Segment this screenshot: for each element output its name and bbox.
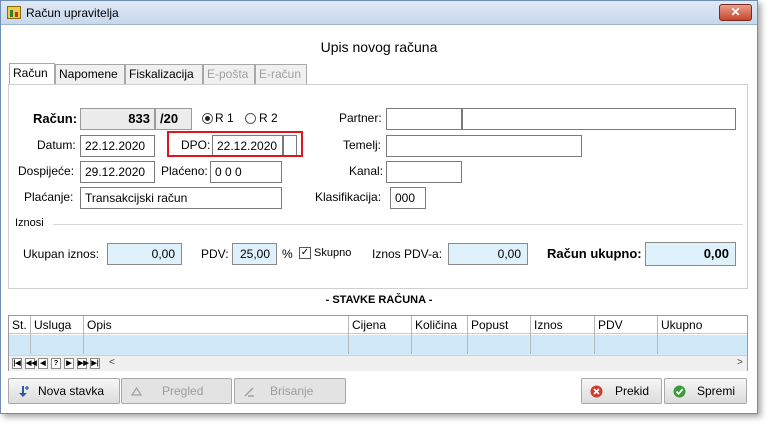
iznos-pdv-field: 0,00 bbox=[448, 243, 528, 265]
racun-number-field[interactable]: 833 bbox=[80, 108, 155, 130]
placeno-field[interactable]: 0 0 0 bbox=[210, 161, 282, 183]
col-usluga[interactable]: Usluga bbox=[34, 318, 71, 332]
col-opis[interactable]: Opis bbox=[87, 318, 112, 332]
temelj-field[interactable] bbox=[386, 135, 582, 157]
invoice-window: Račun upravitelja ✕ Upis novog računa Ra… bbox=[0, 0, 758, 414]
placanje-field[interactable]: Transakcijski račun bbox=[80, 187, 282, 209]
racun-year-field: /20 bbox=[155, 108, 192, 130]
skupno-label: Skupno bbox=[314, 247, 352, 259]
tab-e-racun: E-račun bbox=[255, 64, 307, 84]
iznosi-divider bbox=[53, 224, 743, 225]
grid-col-divider bbox=[594, 316, 595, 354]
radio-r1-label: R 1 bbox=[215, 111, 234, 125]
col-popust[interactable]: Popust bbox=[471, 318, 508, 332]
nav-last-button[interactable]: ▶| bbox=[90, 358, 100, 369]
spremi-button[interactable]: Spremi bbox=[664, 378, 747, 404]
dospijece-field[interactable]: 29.12.2020 bbox=[80, 161, 155, 183]
dpo-highlight-box bbox=[167, 131, 303, 157]
pdv-label: PDV: bbox=[201, 247, 229, 261]
partner-label: Partner: bbox=[339, 111, 382, 125]
tab-e-posta: E-pošta bbox=[203, 64, 255, 84]
tab-napomene[interactable]: Napomene bbox=[55, 64, 125, 84]
grid-header: St. Usluga Opis Cijena Količina Popust I… bbox=[9, 316, 747, 334]
col-cijena[interactable]: Cijena bbox=[352, 318, 386, 332]
col-pdv[interactable]: PDV bbox=[598, 318, 623, 332]
datum-label: Datum: bbox=[37, 138, 76, 152]
kanal-field[interactable] bbox=[386, 161, 462, 183]
ukupan-iznos-field: 0,00 bbox=[107, 243, 182, 265]
grid-col-divider bbox=[411, 316, 412, 354]
eraser-icon bbox=[244, 387, 254, 397]
brisanje-button: Brisanje bbox=[234, 378, 346, 404]
prekid-button[interactable]: Prekid bbox=[581, 378, 662, 404]
klasifikacija-label: Klasifikacija: bbox=[315, 190, 382, 204]
close-button[interactable]: ✕ bbox=[719, 4, 752, 21]
col-ukupno[interactable]: Ukupno bbox=[661, 318, 702, 332]
grid-col-divider bbox=[83, 316, 84, 354]
grid-col-divider bbox=[530, 316, 531, 354]
pregled-label: Pregled bbox=[162, 384, 204, 398]
placeno-label: Plaćeno: bbox=[161, 164, 208, 178]
cancel-x-icon bbox=[590, 385, 603, 398]
app-icon bbox=[7, 6, 21, 19]
radio-r2-label: R 2 bbox=[259, 111, 278, 125]
kanal-label: Kanal: bbox=[349, 164, 384, 178]
iznos-pdv-label: Iznos PDV-a: bbox=[372, 247, 443, 261]
placanje-label: Plaćanje: bbox=[24, 190, 74, 204]
pdv-rate-field[interactable]: 25,00 bbox=[232, 243, 277, 265]
brisanje-label: Brisanje bbox=[270, 384, 314, 398]
racun-ukupno-label: Račun ukupno: bbox=[547, 246, 642, 261]
nav-search-button[interactable]: ? bbox=[51, 358, 61, 369]
pdv-percent-unit: % bbox=[282, 247, 293, 261]
col-st[interactable]: St. bbox=[12, 318, 27, 332]
grid-navigator: |◀ ◀◀ ◀ ? ▶ ▶▶ ▶| < > bbox=[9, 355, 747, 371]
temelj-label: Temelj: bbox=[343, 138, 382, 152]
page-heading: Upis novog računa bbox=[320, 39, 438, 55]
triangle-icon bbox=[130, 386, 143, 396]
title-bar: Račun upravitelja ✕ bbox=[1, 1, 757, 25]
stavke-title: - STAVKE RAČUNA - bbox=[325, 294, 433, 306]
window-title: Račun upravitelja bbox=[26, 6, 119, 20]
racun-label: Račun: bbox=[33, 111, 78, 126]
grid-col-divider bbox=[467, 316, 468, 354]
radio-r2[interactable] bbox=[245, 113, 256, 124]
partner-name-field[interactable] bbox=[462, 108, 736, 130]
nav-next-button[interactable]: ▶ bbox=[64, 358, 74, 369]
klasifikacija-field[interactable]: 000 bbox=[390, 187, 426, 209]
save-check-icon bbox=[673, 385, 686, 398]
grid-col-divider bbox=[657, 316, 658, 354]
tab-racun[interactable]: Račun bbox=[9, 63, 55, 85]
scroll-left-button[interactable]: < bbox=[109, 357, 115, 368]
prekid-label: Prekid bbox=[615, 384, 650, 398]
radio-r1[interactable] bbox=[202, 113, 213, 124]
tab-fiskalizacija[interactable]: Fiskalizacija bbox=[125, 64, 203, 84]
col-iznos[interactable]: Iznos bbox=[534, 318, 563, 332]
grid-col-divider bbox=[348, 316, 349, 354]
nav-prev-button[interactable]: ◀ bbox=[38, 358, 48, 369]
col-kolicina[interactable]: Količina bbox=[415, 318, 457, 332]
dospijece-label: Dospijeće: bbox=[18, 164, 75, 178]
racun-ukupno-field: 0,00 bbox=[645, 242, 736, 266]
iznosi-section-label: Iznosi bbox=[15, 217, 44, 229]
grid-row[interactable] bbox=[9, 335, 747, 355]
grid-col-divider bbox=[30, 316, 31, 354]
scroll-right-button[interactable]: > bbox=[737, 357, 743, 368]
partner-code-field[interactable] bbox=[386, 108, 462, 130]
add-down-arrow-icon bbox=[19, 386, 29, 397]
spremi-label: Spremi bbox=[697, 384, 736, 398]
skupno-checkbox[interactable]: ✓ bbox=[299, 247, 311, 259]
pregled-button: Pregled bbox=[121, 378, 232, 404]
nova-stavka-button[interactable]: Nova stavka bbox=[8, 378, 120, 404]
nav-next-page-button[interactable]: ▶▶ bbox=[77, 358, 89, 369]
nova-stavka-label: Nova stavka bbox=[38, 384, 105, 398]
nav-prev-page-button[interactable]: ◀◀ bbox=[25, 358, 37, 369]
nav-first-button[interactable]: |◀ bbox=[12, 358, 22, 369]
stavke-grid[interactable]: St. Usluga Opis Cijena Količina Popust I… bbox=[8, 315, 748, 371]
ukupan-iznos-label: Ukupan iznos: bbox=[23, 247, 100, 261]
datum-field[interactable]: 22.12.2020 bbox=[80, 135, 155, 157]
